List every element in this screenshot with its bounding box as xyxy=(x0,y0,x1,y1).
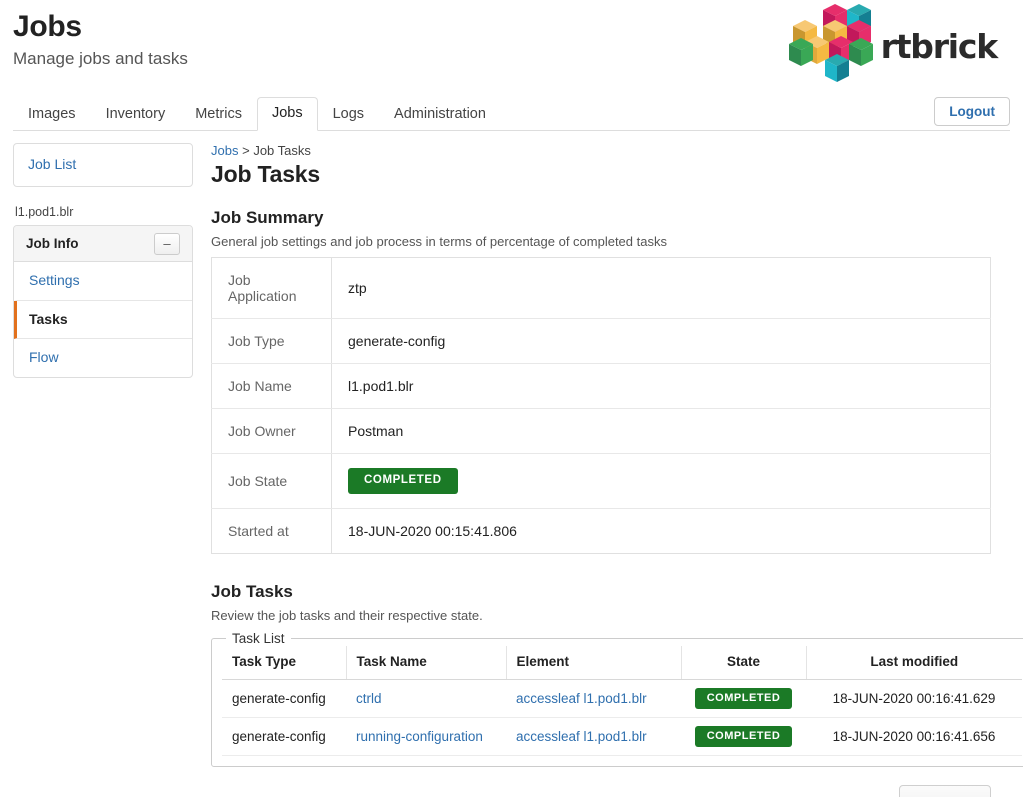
sidebar-job-name-caption: l1.pod1.blr xyxy=(15,205,74,219)
column-header-task-name[interactable]: Task Name xyxy=(346,645,507,680)
table-row: Job Application ztp xyxy=(211,257,991,319)
summary-label-job-state: Job State xyxy=(211,453,332,509)
cell-last-modified: 18-JUN-2020 00:16:41.656 xyxy=(806,717,1022,756)
summary-label-job-name: Job Name xyxy=(211,363,332,409)
task-list-legend: Task List xyxy=(232,630,285,646)
job-summary-description: General job settings and job process in … xyxy=(211,234,667,249)
tab-jobs[interactable]: Jobs xyxy=(256,97,318,131)
table-row: Started at 18-JUN-2020 00:15:41.806 xyxy=(211,508,991,553)
cell-state: COMPLETED xyxy=(681,679,806,718)
cell-task-type: generate-config xyxy=(222,717,346,756)
breadcrumb: Jobs > Job Tasks xyxy=(211,143,1023,158)
column-header-last-modified[interactable]: Last modified xyxy=(806,645,1022,680)
summary-value-job-state: COMPLETED xyxy=(331,453,991,509)
cell-element: accessleaf l1.pod1.blr xyxy=(506,717,681,756)
task-name-link[interactable]: running-configuration xyxy=(356,729,483,744)
rtbrick-cube-logo-icon xyxy=(787,4,873,89)
breadcrumb-separator: > xyxy=(242,143,250,158)
collapse-minus-icon[interactable]: – xyxy=(154,232,180,255)
job-tasks-description: Review the job tasks and their respectiv… xyxy=(211,607,483,623)
tab-logs[interactable]: Logs xyxy=(318,98,379,131)
sidebar-item-settings[interactable]: Settings xyxy=(14,262,192,301)
table-row: Job Name l1.pod1.blr xyxy=(211,363,991,409)
brand-logo: rtbrick xyxy=(787,4,999,89)
element-link[interactable]: accessleaf l1.pod1.blr xyxy=(516,729,647,744)
task-list-table: Task Type Task Name Element State Last m… xyxy=(222,645,1022,756)
cell-task-name: ctrld xyxy=(346,679,506,718)
table-row: Job State COMPLETED xyxy=(211,453,991,509)
sidebar-item-tasks[interactable]: Tasks xyxy=(14,300,192,339)
job-list-link[interactable]: Job List xyxy=(28,156,76,172)
breadcrumb-link-jobs[interactable]: Jobs xyxy=(211,143,238,158)
page-body: Job List l1.pod1.blr Job Info – Settings… xyxy=(0,131,1023,797)
cell-last-modified: 18-JUN-2020 00:16:41.629 xyxy=(806,679,1022,718)
tab-metrics[interactable]: Metrics xyxy=(180,98,257,131)
job-info-panel: Job Info – Settings Tasks Flow xyxy=(13,225,193,378)
summary-label-job-application: Job Application xyxy=(211,257,332,319)
cell-task-type: generate-config xyxy=(222,679,346,718)
page-header: Jobs Manage jobs and tasks rtbrick xyxy=(0,0,1023,100)
table-row: generate-config running-configuration ac… xyxy=(222,717,1022,756)
cell-element: accessleaf l1.pod1.blr xyxy=(506,679,681,718)
content-page-title: Job Tasks xyxy=(211,161,320,187)
column-header-task-type[interactable]: Task Type xyxy=(222,645,347,680)
job-summary-heading: Job Summary xyxy=(211,208,324,227)
tab-images[interactable]: Images xyxy=(13,98,91,131)
status-badge: COMPLETED xyxy=(694,725,793,747)
summary-value-started-at: 18-JUN-2020 00:15:41.806 xyxy=(348,522,517,539)
job-info-panel-title: Job Info xyxy=(26,236,79,251)
summary-label-job-type: Job Type xyxy=(211,318,332,364)
task-list-fieldset: Task List Task Type Task Name Element St… xyxy=(211,630,1023,767)
sidebar: Job List l1.pod1.blr Job Info – Settings… xyxy=(13,143,193,378)
status-badge: COMPLETED xyxy=(348,468,458,494)
element-link[interactable]: accessleaf l1.pod1.blr xyxy=(516,691,647,706)
column-header-state[interactable]: State xyxy=(681,645,807,680)
summary-value-job-owner: Postman xyxy=(331,408,991,454)
table-row: Job Owner Postman xyxy=(211,408,991,454)
tab-inventory[interactable]: Inventory xyxy=(91,98,181,131)
table-row: Job Type generate-config xyxy=(211,318,991,364)
column-header-element[interactable]: Element xyxy=(506,645,682,680)
summary-label-started-at: Started at xyxy=(211,508,332,553)
job-list-box[interactable]: Job List xyxy=(13,143,193,187)
summary-label-job-owner: Job Owner xyxy=(211,408,332,454)
brand-wordmark: rtbrick xyxy=(880,27,999,66)
tab-administration[interactable]: Administration xyxy=(379,98,501,131)
job-tasks-heading: Job Tasks xyxy=(211,581,293,601)
main-tabbar: Images Inventory Metrics Jobs Logs Admin… xyxy=(13,97,1010,131)
job-info-panel-header: Job Info – xyxy=(14,226,192,262)
table-header-row: Task Type Task Name Element State Last m… xyxy=(222,645,1022,680)
task-name-link[interactable]: ctrld xyxy=(356,691,382,706)
footer-actions: Remove xyxy=(211,784,991,797)
summary-value-job-application: ztp xyxy=(331,257,991,319)
table-row: generate-config ctrld accessleaf l1.pod1… xyxy=(222,679,1022,718)
breadcrumb-current: Job Tasks xyxy=(253,143,311,158)
cell-state: COMPLETED xyxy=(681,717,806,756)
summary-value-job-name: l1.pod1.blr xyxy=(331,363,991,409)
remove-button[interactable]: Remove xyxy=(898,784,991,797)
status-badge: COMPLETED xyxy=(694,687,793,709)
job-summary-table: Job Application ztp Job Type generate-co… xyxy=(211,257,991,554)
sidebar-item-flow[interactable]: Flow xyxy=(14,339,192,377)
logout-button[interactable]: Logout xyxy=(934,97,1010,126)
main-content: Jobs > Job Tasks Job Tasks Job Summary G… xyxy=(193,143,1023,797)
summary-value-job-type: generate-config xyxy=(331,318,991,364)
cell-task-name: running-configuration xyxy=(346,717,506,756)
